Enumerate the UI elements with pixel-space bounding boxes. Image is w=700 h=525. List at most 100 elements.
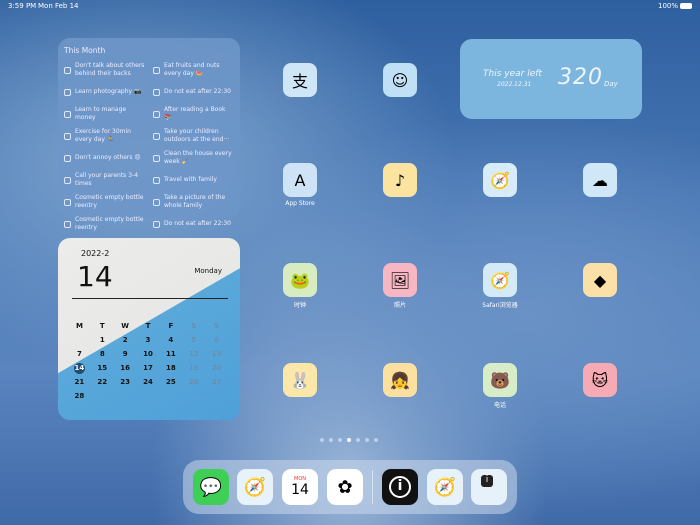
page-dot[interactable] bbox=[365, 438, 369, 442]
calendar-date[interactable]: 23 bbox=[114, 378, 137, 387]
app-icon[interactable]: A bbox=[283, 163, 317, 197]
checkbox[interactable] bbox=[153, 220, 160, 228]
calendar-date[interactable]: 25 bbox=[159, 378, 182, 387]
todo-item[interactable]: Eat fruits and nuts every day 🍉 bbox=[153, 61, 234, 79]
calendar-date[interactable]: 18 bbox=[159, 364, 182, 373]
checkbox[interactable] bbox=[153, 198, 160, 206]
todo-item[interactable]: Clean the house every week 🧹 bbox=[153, 149, 234, 167]
checkbox[interactable] bbox=[153, 110, 160, 118]
todo-item[interactable]: Exercise for 30min every day 🏃 bbox=[64, 127, 145, 145]
page-dot[interactable] bbox=[356, 438, 360, 442]
calendar-date[interactable]: 27 bbox=[205, 378, 228, 387]
todo-item[interactable]: Learn photography 📷 bbox=[64, 83, 145, 101]
todo-item[interactable]: Learn to manage money bbox=[64, 105, 145, 123]
app-icon[interactable]: 🖼 bbox=[383, 263, 417, 297]
weekday-header: S bbox=[214, 322, 220, 330]
checkbox[interactable] bbox=[64, 66, 71, 74]
todo-item[interactable]: Take your children outdoors at the end··… bbox=[153, 127, 234, 145]
checkbox[interactable] bbox=[64, 132, 71, 140]
app-icon[interactable]: 🧭 bbox=[483, 163, 517, 197]
todo-item[interactable]: Call your parents 3-4 times bbox=[64, 171, 145, 189]
app-icon[interactable]: 👧 bbox=[383, 363, 417, 397]
checkbox[interactable] bbox=[153, 176, 160, 184]
todo-item[interactable]: Don't annoy others 😠 bbox=[64, 149, 145, 167]
calendar-widget[interactable]: 2022-2 14 Monday M T W T F S S 1 2 3 4 5 6 7 8 9 10 11 12 1… bbox=[58, 238, 240, 420]
dock-calendar-icon[interactable]: MON 14 bbox=[282, 469, 318, 505]
app-icon[interactable]: 🐱 bbox=[583, 363, 617, 397]
todo-item[interactable]: Cosmetic empty bottle reentry bbox=[64, 193, 145, 211]
page-dot[interactable] bbox=[338, 438, 342, 442]
calendar-date[interactable]: 22 bbox=[91, 378, 114, 387]
calendar-date[interactable]: 21 bbox=[68, 378, 91, 387]
app-icon[interactable]: 支 bbox=[283, 63, 317, 97]
dock-safari-2-icon[interactable]: 🧭 bbox=[427, 469, 463, 505]
page-dot[interactable] bbox=[374, 438, 378, 442]
checkbox[interactable] bbox=[64, 176, 71, 184]
weekday-header: T bbox=[145, 322, 151, 330]
dock-photos-icon[interactable]: ✿ bbox=[327, 469, 363, 505]
app-icon[interactable]: ☺ bbox=[383, 63, 417, 97]
checkbox[interactable] bbox=[153, 88, 160, 96]
app-icon[interactable]: 🐸 bbox=[283, 263, 317, 297]
calendar-date[interactable]: 1 bbox=[91, 336, 114, 345]
checkbox[interactable] bbox=[153, 132, 160, 140]
dock-info-icon[interactable]: i bbox=[382, 469, 418, 505]
calendar-date[interactable]: 19 bbox=[182, 364, 205, 373]
todo-item[interactable]: Do not eat after 22:30 bbox=[153, 215, 234, 233]
checkbox[interactable] bbox=[64, 198, 71, 206]
page-dot[interactable] bbox=[320, 438, 324, 442]
calendar-date[interactable]: 15 bbox=[91, 364, 114, 373]
app-icon[interactable]: 🐻 bbox=[483, 363, 517, 397]
year-left-widget[interactable]: This year left 2022.12.31 320 Day bbox=[460, 39, 642, 119]
calendar-date[interactable]: 3 bbox=[137, 336, 160, 345]
calendar-date[interactable]: 5 bbox=[182, 336, 205, 345]
todo-item[interactable]: Cosmetic empty bottle reentry bbox=[64, 215, 145, 233]
todo-item[interactable]: Don't talk about others behind their bac… bbox=[64, 61, 145, 79]
calendar-date[interactable]: 11 bbox=[159, 350, 182, 359]
app-icon[interactable]: ♪ bbox=[383, 163, 417, 197]
dock-icon-glyph: 🧭 bbox=[433, 476, 457, 498]
weekday-header: S bbox=[191, 322, 197, 330]
calendar-date[interactable]: 6 bbox=[205, 336, 228, 345]
calendar-date[interactable]: 13 bbox=[205, 350, 228, 359]
dock-messages-icon[interactable]: 💬 bbox=[193, 469, 229, 505]
checkbox[interactable] bbox=[153, 154, 160, 162]
todo-item[interactable]: After reading a Book 📚 bbox=[153, 105, 234, 123]
calendar-date[interactable]: 9 bbox=[114, 350, 137, 359]
calendar-date[interactable]: 26 bbox=[182, 378, 205, 387]
calendar-date[interactable]: 12 bbox=[182, 350, 205, 359]
checkbox[interactable] bbox=[64, 88, 71, 96]
todo-item[interactable]: Travel with family bbox=[153, 171, 234, 189]
checkbox[interactable] bbox=[64, 220, 71, 228]
battery-icon bbox=[680, 3, 692, 9]
calendar-date[interactable]: 28 bbox=[68, 392, 91, 401]
checkbox[interactable] bbox=[64, 154, 71, 162]
calendar-date[interactable]: 16 bbox=[114, 364, 137, 373]
app-icon[interactable]: ☁ bbox=[583, 163, 617, 197]
page-dot[interactable] bbox=[347, 438, 351, 442]
todo-widget[interactable]: This Month Don't talk about others behin… bbox=[58, 38, 240, 231]
app-icon[interactable]: ◆ bbox=[583, 263, 617, 297]
year-left-title: This year left bbox=[483, 69, 542, 79]
todo-item[interactable]: Take a picture of the whole family bbox=[153, 193, 234, 211]
calendar-date[interactable]: 17 bbox=[137, 364, 160, 373]
calendar-date[interactable]: 10 bbox=[137, 350, 160, 359]
calendar-date[interactable]: 8 bbox=[91, 350, 114, 359]
todo-item-label: Travel with family bbox=[164, 176, 217, 183]
checkbox[interactable] bbox=[153, 66, 160, 74]
calendar-date[interactable]: 24 bbox=[137, 378, 160, 387]
page-dot[interactable] bbox=[329, 438, 333, 442]
dock-safari-icon[interactable]: 🧭 bbox=[237, 469, 273, 505]
calendar-date[interactable]: 4 bbox=[159, 336, 182, 345]
todo-item[interactable]: Do not eat after 22:30 bbox=[153, 83, 234, 101]
calendar-date[interactable]: 14 bbox=[73, 363, 85, 374]
page-indicator[interactable] bbox=[320, 438, 378, 442]
calendar-date[interactable]: 7 bbox=[68, 350, 91, 359]
calendar-date[interactable]: 20 bbox=[205, 364, 228, 373]
app-icon[interactable]: 🧭 bbox=[483, 263, 517, 297]
todo-item-label: Call your parents 3-4 times bbox=[75, 172, 139, 187]
dock-widget-app-icon[interactable]: i bbox=[471, 469, 507, 505]
calendar-date[interactable]: 2 bbox=[114, 336, 137, 345]
checkbox[interactable] bbox=[64, 110, 71, 118]
app-icon[interactable]: 🐰 bbox=[283, 363, 317, 397]
